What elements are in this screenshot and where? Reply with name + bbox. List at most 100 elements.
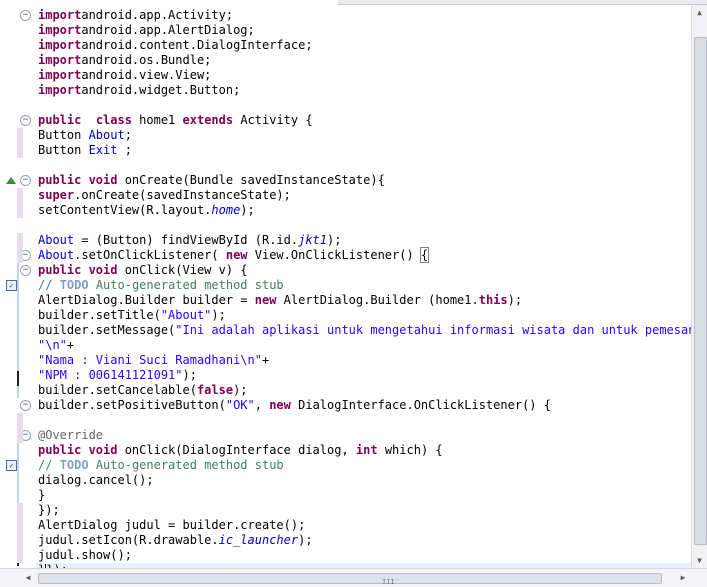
fold-collapse-icon[interactable]: − (20, 10, 31, 21)
code-line[interactable]: importandroid.view.View; (38, 68, 211, 83)
code-line[interactable]: builder.setPositiveButton("OK", new Dial… (38, 398, 551, 413)
override-indicator-icon[interactable] (6, 177, 16, 184)
code-line[interactable]: Button Exit ; (38, 143, 132, 158)
code-token: import (38, 68, 82, 82)
code-token: ); (240, 203, 255, 217)
code-line[interactable]: }); (38, 503, 60, 518)
task-checkbox-icon[interactable]: ✓ (6, 460, 17, 471)
code-token: @Override (38, 428, 104, 442)
code-line[interactable]: public void onClick(View v) { (38, 263, 248, 278)
scroll-down-icon[interactable]: ▼ (692, 553, 707, 568)
code-token: View.OnClickListener() (247, 248, 421, 262)
code-line[interactable]: public void onClick(DialogInterface dial… (38, 443, 443, 458)
code-line[interactable]: "\n"+ (38, 338, 74, 353)
code-line[interactable]: public void onCreate(Bundle savedInstanc… (38, 173, 385, 188)
horizontal-scrollbar[interactable]: ◀ III ▶ (0, 568, 707, 587)
code-token: judul.show(); (38, 548, 132, 562)
horizontal-scroll-thumb[interactable]: III (38, 573, 662, 586)
code-line[interactable]: About.setOnClickListener( new View.OnCli… (38, 247, 430, 263)
code-token: Auto-generated method stub (88, 458, 284, 472)
code-token: // (38, 278, 60, 292)
vertical-scroll-thumb[interactable] (694, 37, 707, 545)
code-line[interactable]: "NPM : 006141121091"); (38, 368, 197, 383)
code-token: android.content.DialogInterface; (81, 38, 313, 52)
code-line[interactable]: importandroid.os.Bundle; (38, 53, 211, 68)
code-line[interactable]: importandroid.content.DialogInterface; (38, 38, 313, 53)
code-token: super (38, 188, 75, 202)
code-token: + (261, 353, 270, 367)
code-token: ); (233, 383, 248, 397)
code-token: which) { (377, 443, 443, 457)
code-editor[interactable]: importandroid.app.Activity; importandroid… (36, 5, 692, 568)
code-token: "Ini adalah aplikasi untuk mengetahui in… (175, 323, 692, 337)
code-line[interactable]: AlertDialog judul = builder.create(); (38, 518, 305, 533)
code-line[interactable]: About = (Button) findViewById (R.id.jkt1… (38, 233, 341, 248)
code-token: TODO (59, 278, 89, 292)
code-token: , (254, 398, 270, 412)
code-token: builder.setCancelable( (38, 383, 197, 397)
folding-gutter[interactable]: − − − − − − − (17, 5, 36, 568)
code-token: void (81, 173, 118, 187)
fold-collapse-icon[interactable]: − (20, 265, 31, 276)
code-token: About (88, 128, 125, 142)
code-token: "\n" (38, 338, 67, 352)
code-line[interactable]: dialog.cancel(); (38, 473, 154, 488)
code-token: public (38, 443, 82, 457)
scroll-right-icon[interactable]: ▶ (675, 569, 691, 587)
code-line[interactable]: } (38, 488, 45, 503)
code-line[interactable]: setContentView(R.layout.home); (38, 203, 255, 218)
code-line[interactable]: importandroid.app.Activity; (38, 8, 233, 23)
code-token: "OK" (225, 398, 255, 412)
code-line[interactable]: // TODO Auto-generated method stub (38, 278, 284, 293)
code-token: android.widget.Button; (81, 83, 241, 97)
code-line[interactable]: builder.setCancelable(false); (38, 383, 248, 398)
code-line[interactable]: @Override (38, 428, 103, 443)
code-token: onClick(DialogInterface dialog, (117, 443, 356, 457)
code-token: android.app.AlertDialog; (81, 23, 255, 37)
code-token: setContentView(R.layout. (38, 203, 212, 217)
code-line[interactable]: builder.setTitle("About"); (38, 308, 226, 323)
code-token: TODO (59, 458, 89, 472)
code-token: import (38, 23, 82, 37)
change-marker (17, 233, 23, 263)
overview-ruler[interactable]: ✓ ✓ (0, 5, 19, 568)
code-token: ); (211, 308, 226, 322)
code-token: import (38, 8, 82, 22)
code-token: void (81, 263, 118, 277)
change-marker (17, 188, 23, 218)
code-line[interactable]: Button About; (38, 128, 132, 143)
code-token: } (38, 488, 46, 502)
code-line[interactable]: "Nama : Viani Suci Ramadhani\n"+ (38, 353, 269, 368)
code-token: builder.setTitle( (38, 308, 161, 322)
code-token: onCreate(Bundle savedInstanceState){ (117, 173, 385, 187)
scroll-left-icon[interactable]: ◀ (20, 569, 36, 587)
code-token: void (81, 443, 118, 457)
code-line[interactable]: AlertDialog.Builder builder = new AlertD… (38, 293, 522, 308)
code-token: ); (182, 368, 197, 382)
code-token: home (211, 203, 241, 217)
code-line[interactable]: judul.show(); (38, 548, 132, 563)
code-line[interactable]: importandroid.widget.Button; (38, 83, 240, 98)
code-token: AlertDialog.Builder (home1. (276, 293, 479, 307)
vertical-scrollbar[interactable]: ▲ ▼ (691, 5, 707, 568)
scroll-up-icon[interactable]: ▲ (692, 5, 707, 20)
change-marker (17, 128, 23, 158)
fold-collapse-icon[interactable]: − (20, 175, 31, 186)
code-token: this (478, 293, 508, 307)
code-line[interactable]: // TODO Auto-generated method stub (38, 458, 284, 473)
code-line[interactable]: builder.setMessage("Ini adalah aplikasi … (38, 323, 692, 338)
code-line[interactable]: public class home1 extends Activity { (38, 113, 313, 128)
code-line[interactable]: importandroid.app.AlertDialog; (38, 23, 255, 38)
task-checkbox-icon[interactable]: ✓ (6, 280, 17, 291)
code-line[interactable]: judul.setIcon(R.drawable.ic_launcher); (38, 533, 313, 548)
code-token: false (196, 383, 234, 397)
code-token: Button (38, 143, 89, 157)
code-token: .onCreate(savedInstanceState); (74, 188, 291, 202)
code-token: { (419, 247, 430, 263)
code-line[interactable]: super.onCreate(savedInstanceState); (38, 188, 291, 203)
code-token: About (38, 233, 75, 247)
fold-collapse-icon[interactable]: − (20, 115, 31, 126)
code-token: jkt1 (298, 233, 327, 247)
change-marker (17, 413, 23, 443)
fold-collapse-icon[interactable]: − (20, 400, 31, 411)
